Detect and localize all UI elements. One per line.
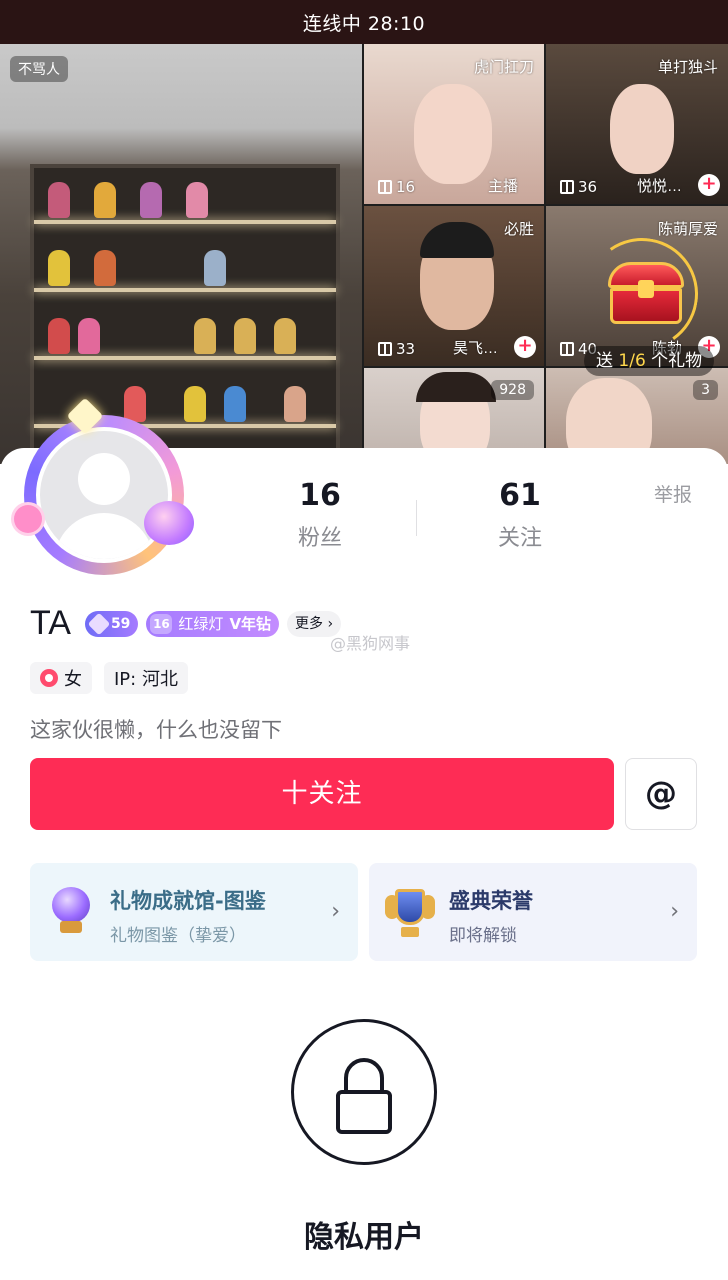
orb-decoration-icon bbox=[144, 501, 194, 545]
live-status-bar: 连线中 28:10 bbox=[0, 0, 728, 44]
report-button[interactable]: 举报 bbox=[654, 480, 692, 507]
name-row: TA 59 16 红绿灯 V年钻 更多 › bbox=[30, 604, 342, 643]
default-avatar-icon bbox=[78, 453, 130, 505]
following-count: 61 bbox=[499, 478, 541, 513]
gift-count: 33 bbox=[378, 340, 415, 358]
guest-tile-1[interactable]: 虎门扛刀 16 主播 bbox=[364, 44, 544, 204]
gender-chip: 女 bbox=[30, 662, 92, 694]
card-subtitle: 礼物图鉴（挚爱） bbox=[110, 926, 246, 946]
gift-count: 16 bbox=[378, 178, 415, 196]
treasure-chest-icon[interactable] bbox=[606, 262, 686, 326]
user-tags: 女 IP: 河北 bbox=[30, 662, 188, 694]
follow-button[interactable]: 十关注 bbox=[30, 758, 614, 830]
guest-name: 昊飞… bbox=[452, 340, 498, 357]
gift-gallery-card[interactable]: 礼物成就馆-图鉴 礼物图鉴（挚爱） › bbox=[30, 863, 358, 961]
private-user-label: 隐私用户 bbox=[304, 1220, 424, 1255]
ip-chip: IP: 河北 bbox=[104, 662, 188, 694]
gift-task-progress: 1/6 bbox=[618, 351, 646, 371]
heart-icon bbox=[14, 505, 42, 533]
guest-label: 单打独斗 bbox=[657, 58, 718, 76]
fan-club-badge[interactable]: 16 红绿灯 V年钻 bbox=[146, 610, 280, 637]
gift-icon bbox=[560, 180, 574, 194]
gift-icon bbox=[378, 180, 392, 194]
trophy-icon bbox=[385, 885, 435, 939]
female-icon bbox=[40, 669, 58, 687]
level-badge[interactable]: 59 bbox=[84, 610, 139, 637]
gift-task-pill[interactable]: 送 1/6 个礼物 bbox=[584, 346, 715, 376]
guest-label: 陈萌厚爱 bbox=[657, 220, 718, 238]
guest-tile-3[interactable]: 必胜 33 昊飞… + bbox=[364, 206, 544, 366]
chevron-right-icon: › bbox=[331, 899, 340, 924]
gift-count: 36 bbox=[560, 178, 597, 196]
viewer-count-badge: 928 bbox=[491, 380, 534, 400]
lock-icon bbox=[291, 1019, 437, 1165]
crystal-ball-icon bbox=[48, 887, 94, 937]
avatar[interactable] bbox=[14, 397, 194, 585]
follow-plus-icon[interactable]: + bbox=[514, 336, 536, 358]
main-stream[interactable]: 不骂人 bbox=[0, 44, 362, 464]
guest-tile-2[interactable]: 单打独斗 36 悦悦… + bbox=[546, 44, 728, 204]
chevron-right-icon: › bbox=[670, 899, 679, 924]
connection-status: 连线中 28:10 bbox=[302, 12, 426, 35]
viewer-count-badge: 3 bbox=[693, 380, 718, 400]
gift-icon bbox=[560, 342, 574, 356]
mention-button[interactable]: @ bbox=[625, 758, 697, 830]
card-title: 盛典荣誉 bbox=[449, 889, 533, 913]
gift-icon bbox=[378, 342, 392, 356]
card-subtitle: 即将解锁 bbox=[449, 926, 517, 946]
following-stat[interactable]: 61 关注 bbox=[460, 478, 580, 552]
guest-label: 必胜 bbox=[503, 220, 534, 238]
bio: 这家伙很懒，什么也没留下 bbox=[30, 718, 282, 742]
guest-name: 主播 bbox=[487, 178, 518, 195]
stat-divider bbox=[416, 500, 417, 536]
fans-label: 粉丝 bbox=[297, 526, 342, 551]
guest-name: 悦悦… bbox=[636, 178, 682, 195]
card-title: 礼物成就馆-图鉴 bbox=[110, 889, 266, 913]
main-stream-tag: 不骂人 bbox=[10, 56, 68, 82]
watermark: @黑狗网事 bbox=[330, 634, 411, 653]
following-label: 关注 bbox=[497, 526, 542, 551]
gem-icon bbox=[87, 612, 111, 635]
ceremony-honor-card[interactable]: 盛典荣誉 即将解锁 › bbox=[369, 863, 697, 961]
fans-stat[interactable]: 16 粉丝 bbox=[260, 478, 380, 552]
guest-label: 虎门扛刀 bbox=[473, 58, 534, 76]
fans-count: 16 bbox=[299, 478, 341, 513]
user-name: TA bbox=[30, 604, 71, 642]
follow-plus-icon[interactable]: + bbox=[698, 174, 720, 196]
